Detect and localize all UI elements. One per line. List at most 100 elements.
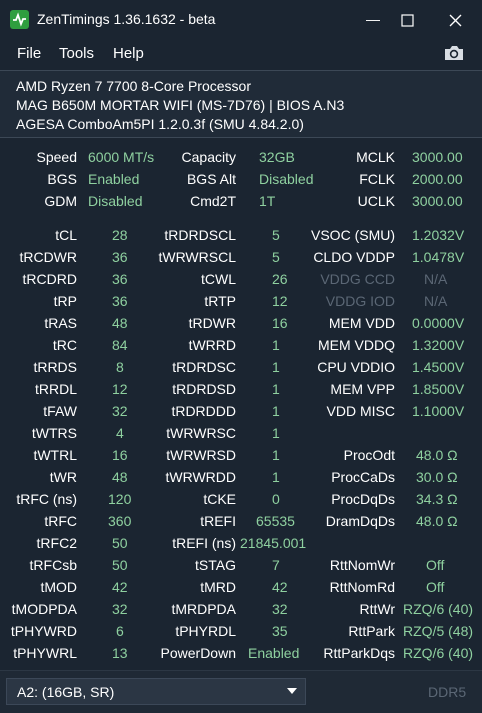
maximize-icon bbox=[400, 14, 414, 27]
cpu-vddio-value: 1.4500V bbox=[412, 359, 465, 375]
dimm-select-value: A2: (16GB, SR) bbox=[17, 684, 115, 700]
capacity-label: Capacity bbox=[181, 149, 236, 165]
trdrddd-label: tRDRDDD bbox=[171, 403, 236, 419]
twrrd-label: tWRRD bbox=[188, 337, 236, 353]
rttwr-label: RttWr bbox=[359, 601, 395, 617]
menu-help[interactable]: Help bbox=[113, 45, 144, 62]
vddg-ccd-value: N/A bbox=[424, 271, 448, 287]
mem-vdd-value: 0.0000V bbox=[412, 315, 465, 331]
rttnomwr-value: Off bbox=[426, 557, 445, 573]
uclk-label: UCLK bbox=[357, 193, 395, 209]
mem-vpp-value: 1.8500V bbox=[412, 381, 465, 397]
trfcsb-label: tRFCsb bbox=[29, 557, 77, 573]
proccads-label: ProcCaDs bbox=[331, 469, 395, 485]
twrwrsd-label: tWRWRSD bbox=[166, 447, 236, 463]
bgs-label: BGS bbox=[47, 171, 77, 187]
dramdqds-value: 48.0 Ω bbox=[416, 513, 458, 529]
mem-vpp-label: MEM VPP bbox=[330, 381, 395, 397]
twrwrscl-label: tWRWRSCL bbox=[158, 249, 236, 265]
procdqds-label: ProcDqDs bbox=[331, 491, 395, 507]
vdd-misc-label: VDD MISC bbox=[326, 403, 395, 419]
tras-label: tRAS bbox=[44, 315, 77, 331]
rttnomrd-value: Off bbox=[426, 579, 445, 595]
gdm-label: GDM bbox=[44, 193, 77, 209]
title-bar: ZenTimings 1.36.1632 - beta — bbox=[0, 0, 482, 38]
powerdown-label: PowerDown bbox=[160, 645, 236, 661]
separator bbox=[0, 137, 482, 138]
vdd-misc-value: 1.1000V bbox=[412, 403, 465, 419]
maximize-button[interactable] bbox=[373, 0, 419, 38]
tmrdpda-label: tMRDPDA bbox=[171, 601, 236, 617]
trdwr-label: tRDWR bbox=[188, 315, 236, 331]
twtrl-label: tWTRL bbox=[33, 447, 77, 463]
cpu-vddio-label: CPU VDDIO bbox=[317, 359, 395, 375]
tstag-label: tSTAG bbox=[195, 557, 236, 573]
mem-vdd-label: MEM VDD bbox=[328, 315, 395, 331]
trdrdsd-label: tRDRDSD bbox=[172, 381, 236, 397]
camera-icon[interactable] bbox=[443, 44, 465, 67]
trfc-label: tRFC bbox=[44, 513, 77, 529]
tmrd-label: tMRD bbox=[200, 579, 236, 595]
cpu-name: AMD Ryzen 7 7700 8-Core Processor bbox=[16, 78, 251, 94]
uclk-value: 3000.00 bbox=[412, 193, 463, 209]
mclk-value: 3000.00 bbox=[412, 149, 463, 165]
dimm-select[interactable]: A2: (16GB, SR) bbox=[6, 678, 306, 705]
trp-label: tRP bbox=[53, 293, 77, 309]
trfc2-label: tRFC2 bbox=[36, 535, 77, 551]
menu-file[interactable]: File bbox=[17, 45, 41, 62]
tphywrl-label: tPHYWRL bbox=[13, 645, 77, 661]
menu-tools[interactable]: Tools bbox=[59, 45, 94, 62]
trfc-ns-label: tRFC (ns) bbox=[16, 491, 77, 507]
trefi-ns-label: tREFI (ns) bbox=[172, 535, 236, 551]
cldo-vddp-value: 1.0478V bbox=[412, 249, 465, 265]
twrwrsc-value: 1 bbox=[272, 425, 280, 441]
fclk-value: 2000.00 bbox=[412, 171, 463, 187]
twtrs-label: tWTRS bbox=[31, 425, 77, 441]
trefi-ns-value: 21845.001 bbox=[240, 535, 307, 551]
rttwr-value: RZQ/6 (40) bbox=[403, 601, 474, 617]
mem-vddq-label: MEM VDDQ bbox=[318, 337, 395, 353]
system-info-panel: AMD Ryzen 7 7700 8-Core Processor MAG B6… bbox=[0, 71, 482, 137]
vddg-ccd-label: VDDG CCD bbox=[320, 271, 395, 287]
trefi-label: tREFI bbox=[200, 513, 236, 529]
tcwl-label: tCWL bbox=[201, 271, 236, 287]
tcl-label: tCL bbox=[55, 227, 77, 243]
twrwrdd-label: tWRWRDD bbox=[165, 469, 236, 485]
rttnomrd-label: RttNomRd bbox=[329, 579, 395, 595]
trrdl-label: tRRDL bbox=[34, 381, 77, 397]
trc-label: tRC bbox=[52, 337, 77, 353]
tphywrd-label: tPHYWRD bbox=[10, 623, 77, 639]
rttnomwr-label: RttNomWr bbox=[329, 557, 395, 573]
close-button[interactable] bbox=[432, 0, 478, 38]
twrwrsc-label: tWRWRSC bbox=[166, 425, 236, 441]
procdqds-value: 34.3 Ω bbox=[416, 491, 458, 507]
vddg-iod-value: N/A bbox=[424, 293, 448, 309]
mclk-label: MCLK bbox=[356, 149, 395, 165]
mem-vddq-value: 1.3200V bbox=[412, 337, 465, 353]
tmodpda-label: tMODPDA bbox=[11, 601, 77, 617]
close-icon bbox=[449, 14, 461, 27]
cmd2t-label: Cmd2T bbox=[190, 193, 236, 209]
memory-type-label: DDR5 bbox=[428, 684, 467, 700]
menu-bar: File Tools Help bbox=[0, 38, 482, 70]
rttpark-value: RZQ/5 (48) bbox=[403, 623, 474, 639]
trcdrd-label: tRCDRD bbox=[22, 271, 77, 287]
procodt-value: 48.0 Ω bbox=[416, 447, 458, 463]
agesa-version: AGESA ComboAm5PI 1.2.0.3f (SMU 4.84.2.0) bbox=[16, 116, 304, 132]
trcdwr-label: tRCDWR bbox=[19, 249, 77, 265]
trdrdsc-label: tRDRDSC bbox=[172, 359, 236, 375]
bgs-alt-label: BGS Alt bbox=[186, 171, 236, 187]
cmd2t-value: 1T bbox=[259, 193, 276, 209]
window-title: ZenTimings 1.36.1632 - beta bbox=[37, 11, 216, 27]
tphyrdl-label: tPHYRDL bbox=[175, 623, 236, 639]
rttparkdqs-label: RttParkDqs bbox=[323, 645, 395, 661]
motherboard-name: MAG B650M MORTAR WIFI (MS-7D76) | BIOS A… bbox=[16, 97, 345, 113]
rttpark-label: RttPark bbox=[348, 623, 395, 639]
tfaw-label: tFAW bbox=[43, 403, 77, 419]
cldo-vddp-label: CLDO VDDP bbox=[313, 249, 395, 265]
zentimings-logo-icon bbox=[10, 10, 29, 29]
trtp-label: tRTP bbox=[204, 293, 236, 309]
trdrdscl-label: tRDRDSCL bbox=[164, 227, 236, 243]
dramdqds-label: DramDqDs bbox=[325, 513, 395, 529]
speed-label: Speed bbox=[36, 149, 77, 165]
